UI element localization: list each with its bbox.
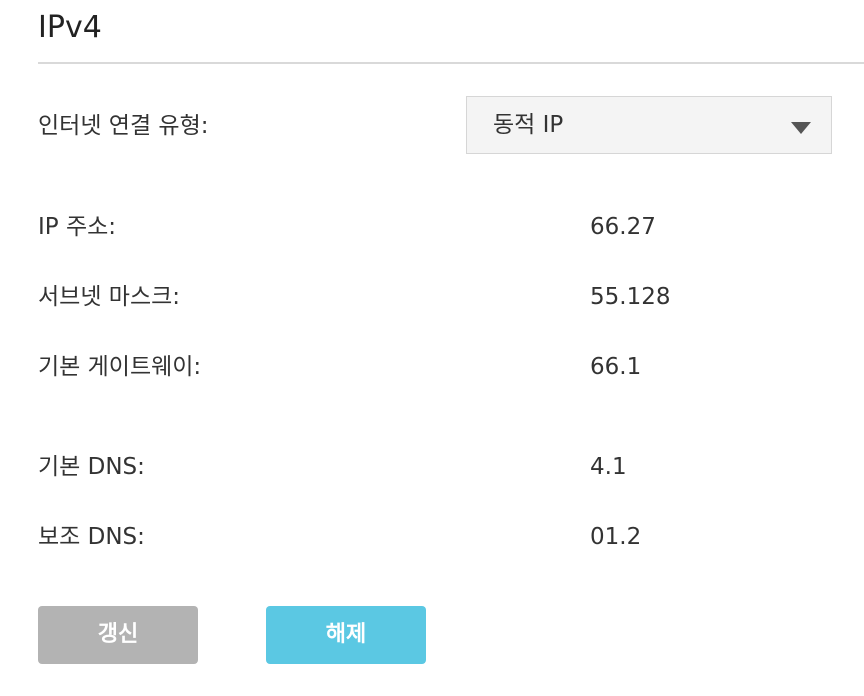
secondary-dns-value: 01.2 xyxy=(590,524,642,550)
subnet-mask-label: 서브넷 마스크: xyxy=(38,284,181,310)
connection-type-label: 인터넷 연결 유형: xyxy=(38,113,209,139)
ip-address-value: 66.27 xyxy=(590,214,656,240)
connection-type-select[interactable]: 동적 IP xyxy=(466,96,832,154)
ipv4-settings-panel: IPv4 인터넷 연결 유형: 동적 IP IP 주소: 66.27 서브넷 마… xyxy=(0,0,864,696)
subnet-mask-value: 55.128 xyxy=(590,284,671,310)
primary-dns-value: 4.1 xyxy=(590,454,627,480)
default-gateway-label: 기본 게이트웨이: xyxy=(38,354,202,380)
section-divider xyxy=(38,62,864,64)
release-button[interactable]: 해제 xyxy=(266,606,426,664)
renew-button[interactable]: 갱신 xyxy=(38,606,198,664)
section-title: IPv4 xyxy=(38,10,102,45)
connection-type-value: 동적 IP xyxy=(493,112,564,138)
primary-dns-label: 기본 DNS: xyxy=(38,454,145,480)
ip-address-label: IP 주소: xyxy=(38,214,117,240)
default-gateway-value: 66.1 xyxy=(590,354,642,380)
chevron-down-icon xyxy=(791,122,811,134)
secondary-dns-label: 보조 DNS: xyxy=(38,524,145,550)
